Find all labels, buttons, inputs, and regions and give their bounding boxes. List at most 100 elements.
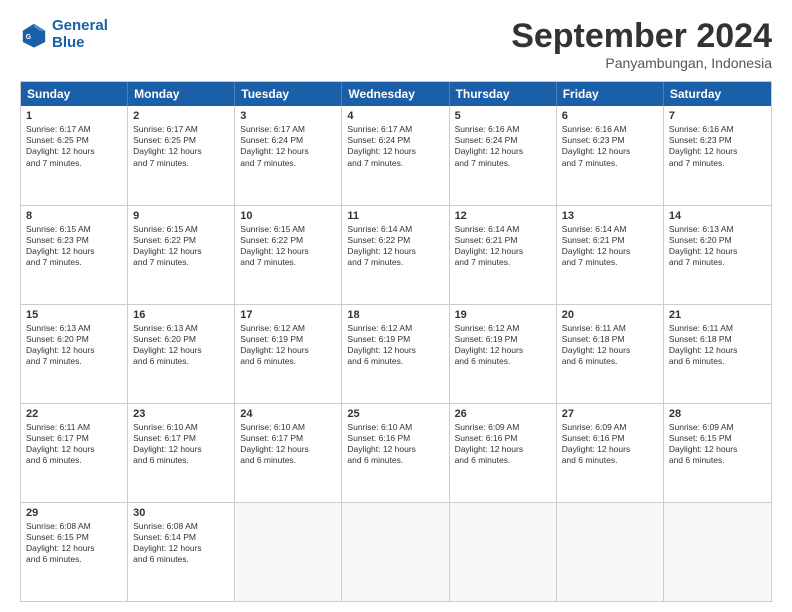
day-number: 27: [562, 408, 658, 420]
calendar-row-3: 15Sunrise: 6:13 AM Sunset: 6:20 PM Dayli…: [21, 304, 771, 403]
page: G General Blue September 2024 Panyambung…: [0, 0, 792, 612]
calendar-cell: 1 Sunrise: 6:17 AM Sunset: 6:25 PM Daylig…: [21, 106, 128, 204]
day-number: 22: [26, 408, 122, 420]
day-number: 1: [26, 110, 122, 122]
day-info: Sunrise: 6:09 AM Sunset: 6:16 PM Dayligh…: [562, 422, 658, 466]
day-number: 3: [240, 110, 336, 122]
header-day-wednesday: Wednesday: [342, 82, 449, 106]
day-number: 20: [562, 309, 658, 321]
day-info: Sunrise: 6:12 AM Sunset: 6:19 PM Dayligh…: [455, 323, 551, 367]
day-info: Sunrise: 6:12 AM Sunset: 6:19 PM Dayligh…: [347, 323, 443, 367]
day-number: 12: [455, 210, 551, 222]
day-number: 25: [347, 408, 443, 420]
location-subtitle: Panyambungan, Indonesia: [511, 55, 772, 71]
calendar-row-5: 29Sunrise: 6:08 AM Sunset: 6:15 PM Dayli…: [21, 502, 771, 601]
calendar-cell: 21 Sunrise: 6:11 AM Sunset: 6:18 PM Dayli…: [664, 305, 771, 403]
calendar-cell: 7 Sunrise: 6:16 AM Sunset: 6:23 PM Daylig…: [664, 106, 771, 204]
month-title: September 2024: [511, 18, 772, 55]
calendar-cell: [557, 503, 664, 601]
header-day-saturday: Saturday: [664, 82, 771, 106]
day-info: Sunrise: 6:17 AM Sunset: 6:25 PM Dayligh…: [133, 124, 229, 168]
day-number: 13: [562, 210, 658, 222]
day-number: 8: [26, 210, 122, 222]
day-info: Sunrise: 6:17 AM Sunset: 6:25 PM Dayligh…: [26, 124, 122, 168]
day-number: 19: [455, 309, 551, 321]
calendar-cell: 28 Sunrise: 6:09 AM Sunset: 6:15 PM Dayli…: [664, 404, 771, 502]
calendar-cell: 13 Sunrise: 6:14 AM Sunset: 6:21 PM Dayli…: [557, 206, 664, 304]
calendar-cell: 26 Sunrise: 6:09 AM Sunset: 6:16 PM Dayli…: [450, 404, 557, 502]
calendar-row-2: 8 Sunrise: 6:15 AM Sunset: 6:23 PM Daylig…: [21, 205, 771, 304]
day-info: Sunrise: 6:16 AM Sunset: 6:23 PM Dayligh…: [669, 124, 766, 168]
day-number: 16: [133, 309, 229, 321]
calendar-body: 1 Sunrise: 6:17 AM Sunset: 6:25 PM Daylig…: [21, 106, 771, 601]
day-info: Sunrise: 6:17 AM Sunset: 6:24 PM Dayligh…: [347, 124, 443, 168]
day-info: Sunrise: 6:10 AM Sunset: 6:17 PM Dayligh…: [133, 422, 229, 466]
day-number: 10: [240, 210, 336, 222]
calendar-cell: 9 Sunrise: 6:15 AM Sunset: 6:22 PM Daylig…: [128, 206, 235, 304]
calendar-cell: 4 Sunrise: 6:17 AM Sunset: 6:24 PM Daylig…: [342, 106, 449, 204]
day-number: 7: [669, 110, 766, 122]
day-info: Sunrise: 6:14 AM Sunset: 6:21 PM Dayligh…: [562, 224, 658, 268]
day-number: 24: [240, 408, 336, 420]
calendar-cell: 19 Sunrise: 6:12 AM Sunset: 6:19 PM Dayli…: [450, 305, 557, 403]
day-info: Sunrise: 6:13 AM Sunset: 6:20 PM Dayligh…: [133, 323, 229, 367]
calendar-cell: 30 Sunrise: 6:08 AM Sunset: 6:14 PM Dayli…: [128, 503, 235, 601]
day-number: 17: [240, 309, 336, 321]
calendar-cell: 25 Sunrise: 6:10 AM Sunset: 6:16 PM Dayli…: [342, 404, 449, 502]
calendar-cell: 16 Sunrise: 6:13 AM Sunset: 6:20 PM Dayli…: [128, 305, 235, 403]
day-info: Sunrise: 6:15 AM Sunset: 6:22 PM Dayligh…: [240, 224, 336, 268]
day-info: Sunrise: 6:16 AM Sunset: 6:24 PM Dayligh…: [455, 124, 551, 168]
calendar-cell: 12 Sunrise: 6:14 AM Sunset: 6:21 PM Dayli…: [450, 206, 557, 304]
title-block: September 2024 Panyambungan, Indonesia: [511, 18, 772, 71]
day-info: Sunrise: 6:09 AM Sunset: 6:15 PM Dayligh…: [669, 422, 766, 466]
header-day-tuesday: Tuesday: [235, 82, 342, 106]
day-info: Sunrise: 6:16 AM Sunset: 6:23 PM Dayligh…: [562, 124, 658, 168]
calendar-cell: 3Sunrise: 6:17 AM Sunset: 6:24 PM Daylig…: [235, 106, 342, 204]
svg-text:G: G: [26, 34, 32, 41]
calendar-cell: [664, 503, 771, 601]
calendar-cell: [342, 503, 449, 601]
calendar-cell: 24 Sunrise: 6:10 AM Sunset: 6:17 PM Dayli…: [235, 404, 342, 502]
calendar-cell: 8 Sunrise: 6:15 AM Sunset: 6:23 PM Daylig…: [21, 206, 128, 304]
header-day-sunday: Sunday: [21, 82, 128, 106]
calendar-cell: 20 Sunrise: 6:11 AM Sunset: 6:18 PM Dayli…: [557, 305, 664, 403]
day-number: 26: [455, 408, 551, 420]
calendar-header: SundayMondayTuesdayWednesdayThursdayFrid…: [21, 82, 771, 106]
day-number: 21: [669, 309, 766, 321]
calendar-cell: 23 Sunrise: 6:10 AM Sunset: 6:17 PM Dayli…: [128, 404, 235, 502]
logo-icon: G: [20, 21, 48, 49]
day-info: Sunrise: 6:11 AM Sunset: 6:18 PM Dayligh…: [669, 323, 766, 367]
header-day-monday: Monday: [128, 82, 235, 106]
calendar-cell: 29Sunrise: 6:08 AM Sunset: 6:15 PM Dayli…: [21, 503, 128, 601]
day-number: 28: [669, 408, 766, 420]
day-info: Sunrise: 6:15 AM Sunset: 6:23 PM Dayligh…: [26, 224, 122, 268]
day-number: 9: [133, 210, 229, 222]
day-info: Sunrise: 6:15 AM Sunset: 6:22 PM Dayligh…: [133, 224, 229, 268]
day-number: 2: [133, 110, 229, 122]
calendar-row-1: 1 Sunrise: 6:17 AM Sunset: 6:25 PM Daylig…: [21, 106, 771, 204]
day-info: Sunrise: 6:14 AM Sunset: 6:21 PM Dayligh…: [455, 224, 551, 268]
day-info: Sunrise: 6:14 AM Sunset: 6:22 PM Dayligh…: [347, 224, 443, 268]
day-info: Sunrise: 6:08 AM Sunset: 6:14 PM Dayligh…: [133, 521, 229, 565]
day-info: Sunrise: 6:08 AM Sunset: 6:15 PM Dayligh…: [26, 521, 122, 565]
day-info: Sunrise: 6:10 AM Sunset: 6:17 PM Dayligh…: [240, 422, 336, 466]
calendar-cell: [450, 503, 557, 601]
calendar-cell: 27 Sunrise: 6:09 AM Sunset: 6:16 PM Dayli…: [557, 404, 664, 502]
calendar-cell: 15Sunrise: 6:13 AM Sunset: 6:20 PM Dayli…: [21, 305, 128, 403]
calendar: SundayMondayTuesdayWednesdayThursdayFrid…: [20, 81, 772, 602]
day-info: Sunrise: 6:09 AM Sunset: 6:16 PM Dayligh…: [455, 422, 551, 466]
day-info: Sunrise: 6:11 AM Sunset: 6:18 PM Dayligh…: [562, 323, 658, 367]
day-info: Sunrise: 6:10 AM Sunset: 6:16 PM Dayligh…: [347, 422, 443, 466]
header: G General Blue September 2024 Panyambung…: [20, 18, 772, 71]
calendar-cell: 14Sunrise: 6:13 AM Sunset: 6:20 PM Dayli…: [664, 206, 771, 304]
calendar-cell: 22Sunrise: 6:11 AM Sunset: 6:17 PM Dayli…: [21, 404, 128, 502]
calendar-cell: 2 Sunrise: 6:17 AM Sunset: 6:25 PM Daylig…: [128, 106, 235, 204]
calendar-cell: 11Sunrise: 6:14 AM Sunset: 6:22 PM Dayli…: [342, 206, 449, 304]
day-info: Sunrise: 6:13 AM Sunset: 6:20 PM Dayligh…: [26, 323, 122, 367]
logo-text: General Blue: [52, 18, 108, 51]
calendar-cell: 18 Sunrise: 6:12 AM Sunset: 6:19 PM Dayli…: [342, 305, 449, 403]
day-number: 18: [347, 309, 443, 321]
day-number: 30: [133, 507, 229, 519]
day-number: 23: [133, 408, 229, 420]
day-number: 4: [347, 110, 443, 122]
